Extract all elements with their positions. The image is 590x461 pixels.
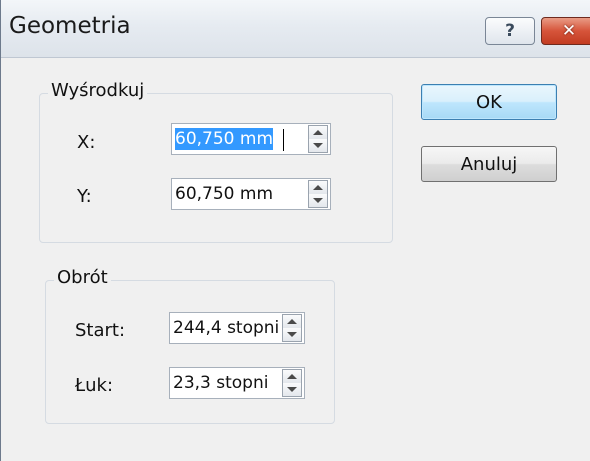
- start-field-value: 244,4 stopni: [173, 318, 279, 338]
- arc-spin-down-button[interactable]: [283, 383, 301, 396]
- x-field-value: 60,750 mm: [175, 128, 274, 150]
- center-group-title: Wyśrodkuj: [48, 80, 148, 101]
- center-group: Wyśrodkuj: [39, 80, 393, 243]
- text-caret: [283, 129, 284, 151]
- help-button[interactable]: ?: [485, 17, 535, 45]
- x-spin-up-button[interactable]: [309, 126, 327, 140]
- y-label: Y:: [77, 186, 92, 207]
- start-field[interactable]: 244,4 stopni: [169, 312, 305, 344]
- x-field[interactable]: 60,750 mm: [171, 123, 331, 155]
- start-spin-up-button[interactable]: [283, 315, 301, 329]
- arrow-down-icon: [287, 387, 297, 392]
- y-spinner[interactable]: [308, 180, 328, 208]
- window-title: Geometria: [9, 13, 131, 39]
- x-label: X:: [77, 132, 96, 153]
- title-bar[interactable]: Geometria ? ✕: [1, 0, 590, 58]
- y-spin-down-button[interactable]: [309, 194, 327, 207]
- rotation-group: Obrót: [45, 267, 335, 424]
- x-spin-down-button[interactable]: [309, 139, 327, 152]
- x-spinner[interactable]: [308, 125, 328, 153]
- close-icon: ✕: [561, 21, 577, 41]
- geometry-dialog: Geometria ? ✕ Wyśrodkuj X: 60,750 mm Y: …: [0, 0, 590, 461]
- start-label: Start:: [75, 320, 126, 341]
- y-field-value: 60,750 mm: [175, 184, 274, 204]
- arrow-up-icon: [287, 319, 297, 324]
- ok-button-label: OK: [476, 91, 502, 113]
- arrow-down-icon: [313, 198, 323, 203]
- close-button[interactable]: ✕: [541, 17, 590, 45]
- arrow-down-icon: [287, 332, 297, 337]
- y-spin-up-button[interactable]: [309, 181, 327, 195]
- cancel-button-label: Anuluj: [460, 153, 518, 175]
- arrow-down-icon: [313, 143, 323, 148]
- arc-label: Łuk:: [75, 375, 114, 396]
- arc-field-value: 23,3 stopni: [173, 373, 269, 393]
- start-spinner[interactable]: [282, 314, 302, 342]
- arrow-up-icon: [313, 130, 323, 135]
- rotation-group-title: Obrót: [54, 267, 111, 288]
- arrow-up-icon: [313, 185, 323, 190]
- help-icon: ?: [505, 21, 515, 41]
- arrow-up-icon: [287, 374, 297, 379]
- arc-spinner[interactable]: [282, 369, 302, 397]
- arc-spin-up-button[interactable]: [283, 370, 301, 384]
- arc-field[interactable]: 23,3 stopni: [169, 367, 305, 399]
- cancel-button[interactable]: Anuluj: [421, 146, 557, 182]
- start-spin-down-button[interactable]: [283, 328, 301, 341]
- y-field[interactable]: 60,750 mm: [171, 178, 331, 210]
- ok-button[interactable]: OK: [421, 84, 557, 120]
